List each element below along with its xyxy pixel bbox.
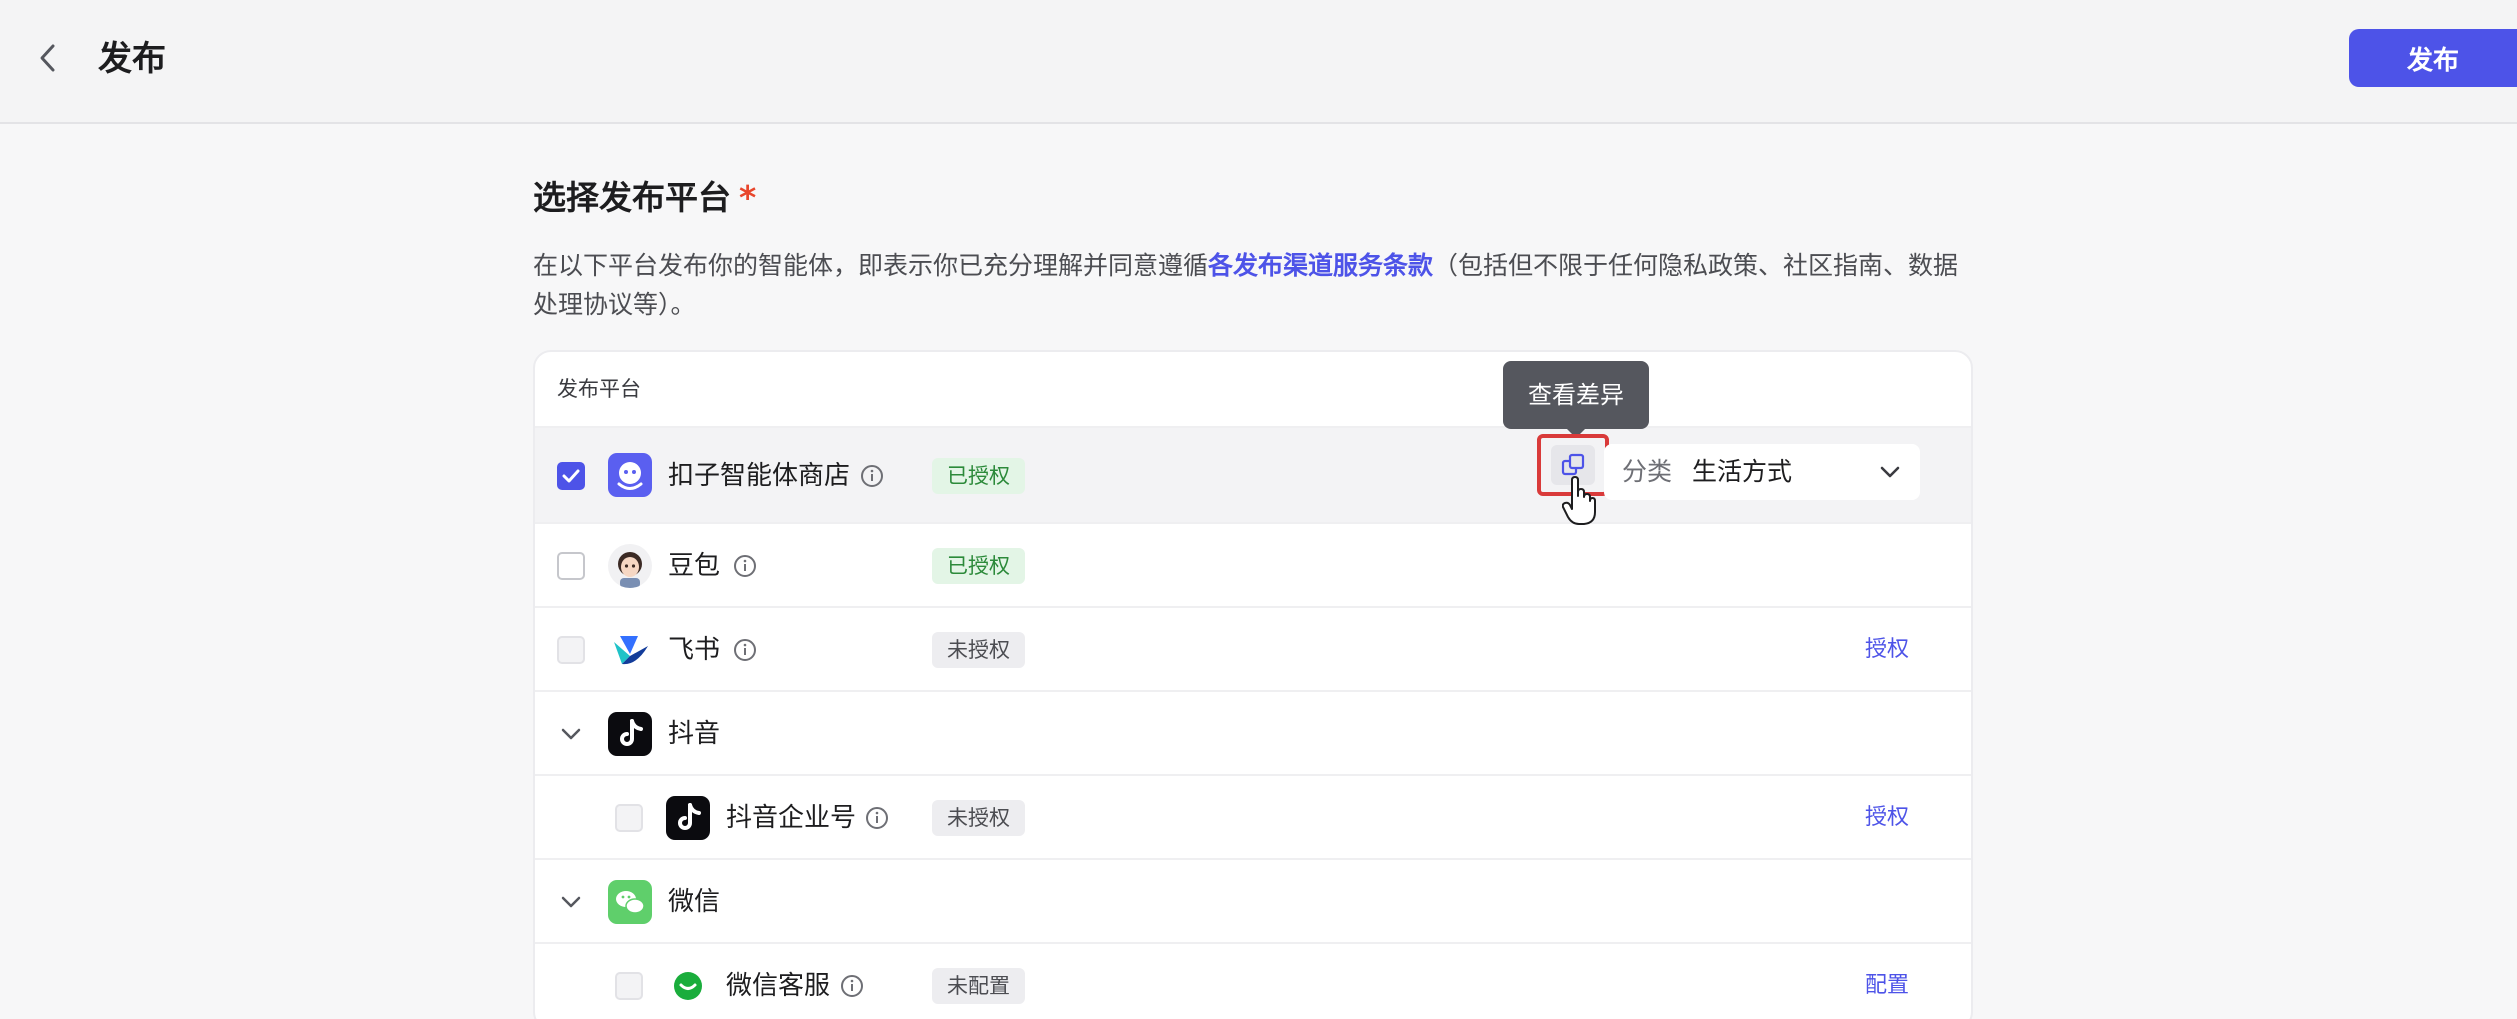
platform-group-douyin[interactable]: 抖音: [535, 690, 1971, 774]
status-badge: 已授权: [932, 458, 1025, 494]
platform-group-wechat[interactable]: 微信: [535, 858, 1971, 942]
terms-description: 在以下平台发布你的智能体，即表示你已充分理解并同意遵循各发布渠道服务条款（包括但…: [533, 246, 1973, 324]
platform-name: 扣子智能体商店: [668, 461, 851, 491]
platform-name: 微信客服: [726, 971, 831, 1001]
status-badge: 未授权: [932, 632, 1025, 668]
platform-checkbox[interactable]: [557, 636, 585, 664]
platform-row-douyin-business[interactable]: 抖音企业号 未授权 授权: [535, 774, 1971, 858]
platform-row-feishu[interactable]: 飞书 未授权 授权: [535, 606, 1971, 690]
info-icon[interactable]: [733, 638, 757, 662]
hand-cursor-icon: [1562, 476, 1596, 525]
platform-checkbox[interactable]: [557, 462, 585, 490]
coze-store-icon: [608, 453, 652, 497]
chevron-left-icon: [40, 44, 55, 72]
authorize-link[interactable]: 授权: [1865, 802, 1909, 834]
chevron-down-icon[interactable]: [557, 720, 585, 748]
wechat-service-icon: [666, 964, 710, 1008]
status-badge: 未配置: [932, 968, 1025, 1004]
column-header: 发布平台: [557, 377, 641, 401]
category-value: 生活方式: [1692, 457, 1793, 486]
back-button[interactable]: [28, 38, 68, 78]
info-icon[interactable]: [733, 554, 757, 578]
top-bar: 发布 发布: [0, 0, 2517, 124]
diff-tooltip: 查看差异: [1503, 361, 1649, 429]
platform-name: 抖音企业号: [726, 803, 857, 833]
status-badge: 已授权: [932, 548, 1025, 584]
platform-checkbox[interactable]: [557, 552, 585, 580]
platform-name: 微信: [668, 887, 721, 917]
feishu-icon: [608, 628, 652, 672]
category-label: 分类: [1622, 457, 1673, 486]
category-select[interactable]: 分类 生活方式: [1604, 444, 1920, 500]
platform-checkbox[interactable]: [615, 804, 643, 832]
platform-row-wechat-service[interactable]: 微信客服 未配置 配置: [535, 942, 1971, 1019]
chevron-down-icon[interactable]: [557, 888, 585, 916]
info-icon[interactable]: [865, 806, 889, 830]
configure-link[interactable]: 配置: [1865, 970, 1909, 1002]
publish-button[interactable]: 发布: [2349, 29, 2517, 87]
check-icon: [562, 469, 580, 483]
section-title: 选择发布平台 *: [533, 176, 756, 220]
platform-row-doubao[interactable]: 豆包 已授权: [535, 522, 1971, 606]
page-title: 发布: [98, 39, 166, 79]
platform-checkbox[interactable]: [615, 972, 643, 1000]
required-mark: *: [739, 178, 757, 217]
status-badge: 未授权: [932, 800, 1025, 836]
chevron-down-icon: [1880, 466, 1900, 478]
platform-name: 飞书: [668, 635, 721, 665]
compare-icon: [1561, 453, 1585, 476]
douyin-icon: [608, 712, 652, 756]
authorize-link[interactable]: 授权: [1865, 634, 1909, 666]
info-icon[interactable]: [860, 464, 884, 488]
douyin-business-icon: [666, 796, 710, 840]
info-icon[interactable]: [840, 974, 864, 998]
terms-link[interactable]: 各发布渠道服务条款: [1208, 251, 1433, 280]
section-title-text: 选择发布平台: [533, 178, 731, 217]
wechat-icon: [608, 880, 652, 924]
platform-name: 抖音: [668, 719, 721, 749]
desc-before: 在以下平台发布你的智能体，即表示你已充分理解并同意遵循: [533, 251, 1209, 280]
doubao-icon: [608, 544, 652, 588]
platform-name: 豆包: [668, 551, 721, 581]
